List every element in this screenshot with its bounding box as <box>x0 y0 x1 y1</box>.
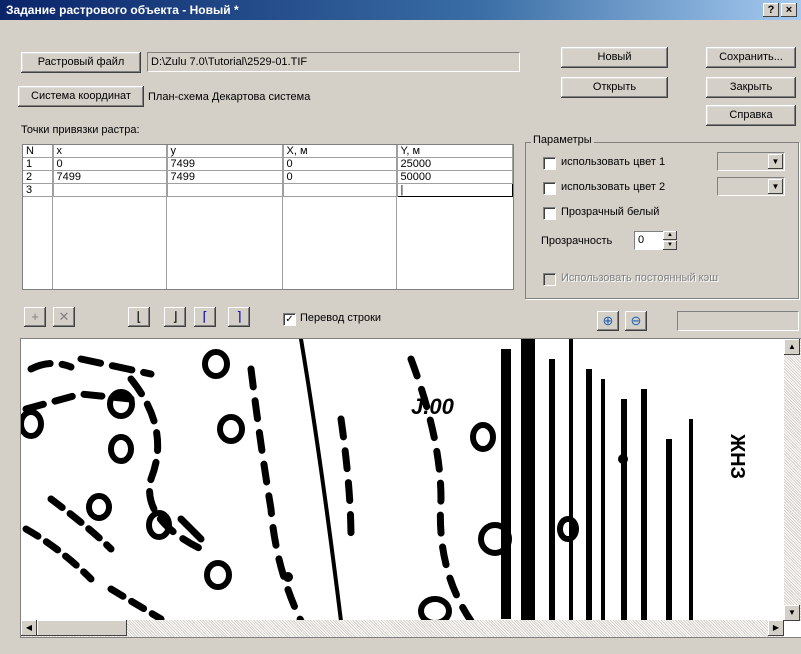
col-header: N <box>23 145 54 158</box>
table-cell[interactable]: 50000 <box>397 170 513 184</box>
window-title: Задание растрового объекта - Новый * <box>6 3 239 17</box>
align-bottom-left-icon[interactable]: ⌊ <box>128 307 150 327</box>
close-title-button[interactable]: × <box>781 3 797 17</box>
color1-select[interactable]: ▼ <box>717 152 785 171</box>
table-cell[interactable] <box>53 183 168 197</box>
table-row[interactable]: 3 | <box>23 183 513 197</box>
coord-system-button[interactable]: Система координат <box>18 86 144 107</box>
table-cell[interactable]: 3 <box>23 183 54 197</box>
col-header: X, м <box>283 145 398 158</box>
scroll-right-icon[interactable]: ▶ <box>768 620 784 636</box>
close-button[interactable]: Закрыть <box>706 77 796 98</box>
save-button[interactable]: Сохранить... <box>706 47 796 68</box>
table-row[interactable]: 2 7499 7499 0 50000 <box>23 170 513 184</box>
raster-view[interactable]: J.00 ЖНЗ ▲ ▼ ◀ ▶ <box>20 338 801 638</box>
help-title-button[interactable]: ? <box>763 3 779 17</box>
col-header: x <box>53 145 168 158</box>
map-label-1: J.00 <box>411 394 455 419</box>
points-label: Точки привязки растра: <box>21 124 140 136</box>
grid-header: N x y X, м Y, м <box>23 145 513 158</box>
scale-field[interactable] <box>677 311 799 331</box>
col-header: y <box>167 145 284 158</box>
use-color2-checkbox[interactable] <box>543 182 556 195</box>
delete-point-icon[interactable]: ✕ <box>53 307 75 327</box>
spin-down-icon[interactable]: ▼ <box>663 241 677 250</box>
persistent-cache-label: Использовать постоянный кэш <box>561 272 719 284</box>
line-wrap-label: Перевод строки <box>300 312 382 324</box>
use-color1-checkbox[interactable] <box>543 157 556 170</box>
table-cell[interactable]: 0 <box>53 157 168 171</box>
params-title: Параметры <box>531 134 594 146</box>
transparent-white-label: Прозрачный белый <box>561 206 660 218</box>
new-button[interactable]: Новый <box>561 47 668 68</box>
transparency-label: Прозрачность <box>541 235 613 247</box>
transparent-white-checkbox[interactable] <box>543 207 556 220</box>
align-top-right-icon[interactable]: ⌉ <box>228 307 250 327</box>
table-cell[interactable]: 25000 <box>397 157 513 171</box>
help-button[interactable]: Справка <box>706 105 796 126</box>
align-bottom-right-icon[interactable]: ⌋ <box>164 307 186 327</box>
table-cell[interactable]: 0 <box>283 157 398 171</box>
table-cell[interactable]: 7499 <box>53 170 168 184</box>
line-wrap-checkbox[interactable]: ✓ <box>283 313 296 326</box>
persistent-cache-checkbox <box>543 273 556 286</box>
points-grid[interactable]: N x y X, м Y, м 1 0 7499 0 25000 2 7499 … <box>22 144 514 290</box>
horizontal-scrollbar[interactable]: ◀ ▶ <box>21 620 784 637</box>
open-button[interactable]: Открыть <box>561 77 668 98</box>
table-cell-editing[interactable]: | <box>396 183 513 197</box>
vertical-scrollbar[interactable]: ▲ ▼ <box>784 339 801 621</box>
zoom-out-icon[interactable]: ⊖ <box>625 311 647 331</box>
use-color2-label: использовать цвет 2 <box>561 181 666 193</box>
scroll-down-icon[interactable]: ▼ <box>784 605 800 621</box>
table-cell[interactable] <box>167 183 284 197</box>
align-top-left-icon[interactable]: ⌈ <box>194 307 216 327</box>
table-cell[interactable]: 7499 <box>167 157 284 171</box>
scroll-left-icon[interactable]: ◀ <box>21 620 37 636</box>
table-cell[interactable]: 2 <box>23 170 54 184</box>
table-cell[interactable]: 7499 <box>167 170 284 184</box>
transparency-input[interactable]: 0 <box>634 231 664 250</box>
raster-image: J.00 ЖНЗ <box>21 339 748 621</box>
raster-file-path: D:\Zulu 7.0\Tutorial\2529-01.TIF <box>147 52 520 72</box>
map-label-2: ЖНЗ <box>726 433 748 479</box>
zoom-in-icon[interactable]: ⊕ <box>597 311 619 331</box>
chevron-down-icon: ▼ <box>768 154 783 169</box>
scroll-up-icon[interactable]: ▲ <box>784 339 800 355</box>
col-header: Y, м <box>397 145 513 158</box>
title-bar: Задание растрового объекта - Новый * ? × <box>0 0 801 20</box>
coord-system-value: План-схема Декартова система <box>148 91 311 103</box>
use-color1-label: использовать цвет 1 <box>561 156 666 168</box>
table-cell[interactable] <box>283 183 398 197</box>
table-cell[interactable]: 1 <box>23 157 54 171</box>
table-cell[interactable]: 0 <box>283 170 398 184</box>
spin-up-icon[interactable]: ▲ <box>663 231 677 240</box>
scroll-thumb[interactable] <box>37 620 127 636</box>
raster-file-button[interactable]: Растровый файл <box>21 52 141 73</box>
chevron-down-icon: ▼ <box>768 179 783 194</box>
color2-select[interactable]: ▼ <box>717 177 785 196</box>
add-point-icon[interactable]: + <box>24 307 46 327</box>
table-row[interactable]: 1 0 7499 0 25000 <box>23 157 513 171</box>
